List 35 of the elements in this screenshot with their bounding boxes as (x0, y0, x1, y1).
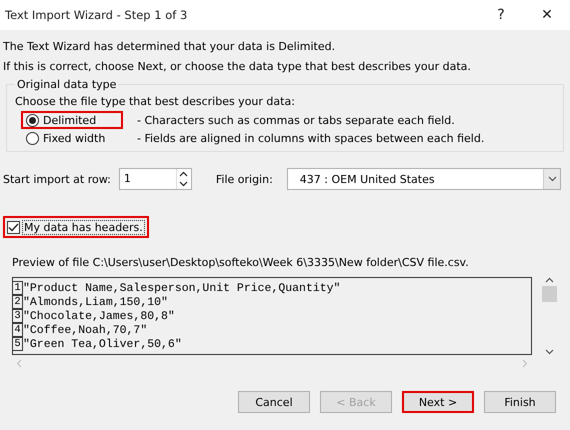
radio-option[interactable]: Delimited (21, 111, 123, 129)
help-button[interactable]: ? (478, 0, 524, 30)
option-description: - Fields are aligned in columns with spaces between each field. (137, 132, 484, 144)
file-origin-label: File origin: (216, 172, 273, 186)
start-row-label: Start import at row: (3, 172, 111, 186)
option-description: - Characters such as commas or tabs separate each field. (137, 114, 455, 126)
line-number: 1 (13, 281, 23, 295)
window-title: Text Import Wizard - Step 1 of 3 (5, 8, 188, 22)
line-number: 4 (13, 323, 23, 337)
dialog-button[interactable]: Cancel (238, 391, 310, 413)
radio-option[interactable]: Fixed width (21, 129, 123, 147)
intro-text: The Text Wizard has determined that your data is Delimited. (3, 38, 336, 54)
dialog-button[interactable]: Next > (402, 391, 474, 413)
chevron-down-icon[interactable] (548, 176, 556, 182)
close-button[interactable]: ✕ (524, 0, 570, 30)
file-origin-dropdown[interactable]: 437 : OEM United States (286, 168, 561, 190)
line-number: 2 (13, 295, 23, 309)
scroll-thumb[interactable] (542, 286, 556, 302)
intro-text: If this is correct, choose Next, or choose the data type that best describes your data. (3, 58, 472, 74)
preview-line: "Chocolate,James,80,8" (23, 310, 175, 322)
dialog-button[interactable]: Finish (484, 391, 556, 413)
preview-line: "Coffee,Noah,70,7" (23, 324, 148, 336)
preview-caption: Preview of file C:\Users\user\Desktop\softeko\Week 6\3335\New folder\CSV file.csv. (11, 256, 470, 271)
group-prompt: Choose the file type that best describes your data: (15, 94, 296, 110)
start-row-spinner[interactable]: 1 (118, 168, 192, 190)
checkmark-icon (8, 222, 19, 232)
preview-line: "Green Tea,Oliver,50,6" (23, 338, 182, 350)
group-title: Original data type (16, 78, 118, 91)
headers-checkbox[interactable]: My data has headers. (3, 216, 149, 238)
scroll-up-icon[interactable] (544, 277, 554, 283)
preview-line: "Almonds,Liam,150,10" (23, 296, 168, 308)
scroll-down-icon[interactable] (544, 349, 554, 355)
preview-line: "Product Name,Salesperson,Unit Price,Quantity" (23, 282, 340, 294)
line-number: 5 (13, 337, 23, 351)
line-number: 3 (13, 309, 23, 323)
